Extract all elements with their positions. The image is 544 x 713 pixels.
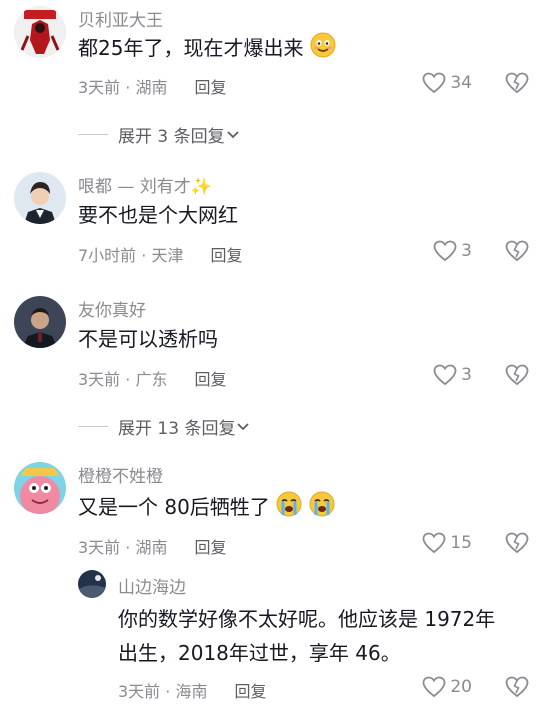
avatar[interactable] xyxy=(78,570,106,598)
expand-replies-label: 展开 3 条回复 xyxy=(118,127,225,147)
comment-item: 橙橙不姓橙 又是一个 80后牺牲了 3天前 · 湖南 回复 15 xyxy=(0,462,544,562)
reply-meta: 3天前 · 海南 回复 xyxy=(118,678,267,702)
reply-button[interactable]: 回复 xyxy=(235,682,267,701)
divider xyxy=(78,134,108,135)
comment-author[interactable]: 贝利亚大王 xyxy=(78,6,163,31)
like-button[interactable]: 34 xyxy=(422,72,472,94)
crying-emoji xyxy=(276,491,302,527)
like-button[interactable]: 3 xyxy=(433,364,472,386)
like-count: 3 xyxy=(461,241,472,261)
reply-text-line: 你的数学好像不太好呢。他应该是 1972年 xyxy=(118,607,496,631)
comment-item: 哏都 — 刘有才✨ 要不也是个大网红 7小时前 · 天津 回复 3 xyxy=(0,170,544,270)
reply-author[interactable]: 山边海边 xyxy=(118,573,186,598)
dislike-button[interactable] xyxy=(504,676,530,702)
comment-time-location: 3天前 · 湖南 xyxy=(78,538,168,557)
like-button[interactable]: 3 xyxy=(433,240,472,262)
comment-text: 不是可以透析吗 xyxy=(78,327,218,351)
divider xyxy=(78,426,108,427)
comment-time-location: 7小时前 · 天津 xyxy=(78,246,184,265)
comment-meta: 3天前 · 湖南 回复 xyxy=(78,74,227,98)
comment-text-body: 都25年了，现在才爆出来 xyxy=(78,36,304,60)
comment-time-location: 3天前 · 湖南 xyxy=(78,78,168,97)
like-count: 15 xyxy=(450,533,472,553)
avatar-image xyxy=(14,172,66,224)
avatar-image xyxy=(14,462,66,514)
comment-text: 又是一个 80后牺牲了 xyxy=(78,490,520,527)
avatar[interactable] xyxy=(14,296,66,348)
like-button[interactable]: 15 xyxy=(422,532,472,554)
expand-replies-button[interactable]: 展开 13 条回复 xyxy=(78,414,251,439)
dislike-button[interactable] xyxy=(504,72,530,98)
broken-heart-icon xyxy=(505,240,529,262)
like-count: 34 xyxy=(450,73,472,93)
broken-heart-icon xyxy=(505,364,529,386)
avatar-image xyxy=(14,296,66,348)
crying-emoji xyxy=(309,491,335,527)
dislike-button[interactable] xyxy=(504,240,530,266)
comment-author[interactable]: 橙橙不姓橙 xyxy=(78,462,163,487)
heart-icon xyxy=(422,532,446,554)
chevron-down-icon xyxy=(237,422,250,430)
comment-author[interactable]: 哏都 — 刘有才✨ xyxy=(78,172,212,197)
smile-emoji xyxy=(310,32,336,68)
comment-meta: 3天前 · 广东 回复 xyxy=(78,366,227,390)
comment-meta: 3天前 · 湖南 回复 xyxy=(78,534,227,558)
dislike-button[interactable] xyxy=(504,364,530,390)
expand-replies-button[interactable]: 展开 3 条回复 xyxy=(78,122,241,147)
avatar-image xyxy=(78,570,106,598)
avatar[interactable] xyxy=(14,172,66,224)
like-button[interactable]: 20 xyxy=(422,676,472,698)
chevron-down-icon xyxy=(226,130,239,138)
like-count: 3 xyxy=(461,365,472,385)
heart-icon xyxy=(433,364,457,386)
dislike-button[interactable] xyxy=(504,532,530,558)
heart-icon xyxy=(433,240,457,262)
reply-item: 山边海边 你的数学好像不太好呢。他应该是 1972年 出生，2018年过世，享年… xyxy=(0,570,544,710)
avatar[interactable] xyxy=(14,6,66,58)
expand-replies-label: 展开 13 条回复 xyxy=(118,419,236,439)
broken-heart-icon xyxy=(505,676,529,698)
reply-button[interactable]: 回复 xyxy=(211,246,243,265)
comment-item: 贝利亚大王 都25年了，现在才爆出来 3天前 · 湖南 回复 34 展开 3 条… xyxy=(0,0,544,150)
comment-meta: 7小时前 · 天津 回复 xyxy=(78,242,243,266)
reply-text-line: 出生，2018年过世，享年 46。 xyxy=(118,641,401,665)
avatar[interactable] xyxy=(14,462,66,514)
comment-author[interactable]: 友你真好 xyxy=(78,296,146,321)
like-count: 20 xyxy=(450,677,472,697)
comment-text: 都25年了，现在才爆出来 xyxy=(78,31,520,68)
heart-icon xyxy=(422,676,446,698)
comment-time-location: 3天前 · 广东 xyxy=(78,370,168,389)
comment-text: 要不也是个大网红 xyxy=(78,203,238,227)
comment-item: 友你真好 不是可以透析吗 3天前 · 广东 回复 3 展开 13 条回复 xyxy=(0,294,544,444)
broken-heart-icon xyxy=(505,72,529,94)
comment-text-body: 又是一个 80后牺牲了 xyxy=(78,495,270,519)
broken-heart-icon xyxy=(505,532,529,554)
reply-button[interactable]: 回复 xyxy=(195,370,227,389)
reply-button[interactable]: 回复 xyxy=(195,78,227,97)
reply-button[interactable]: 回复 xyxy=(195,538,227,557)
heart-icon xyxy=(422,72,446,94)
reply-time-location: 3天前 · 海南 xyxy=(118,682,208,701)
avatar-image xyxy=(14,6,66,58)
reply-text: 你的数学好像不太好呢。他应该是 1972年 出生，2018年过世，享年 46。 xyxy=(118,602,520,670)
